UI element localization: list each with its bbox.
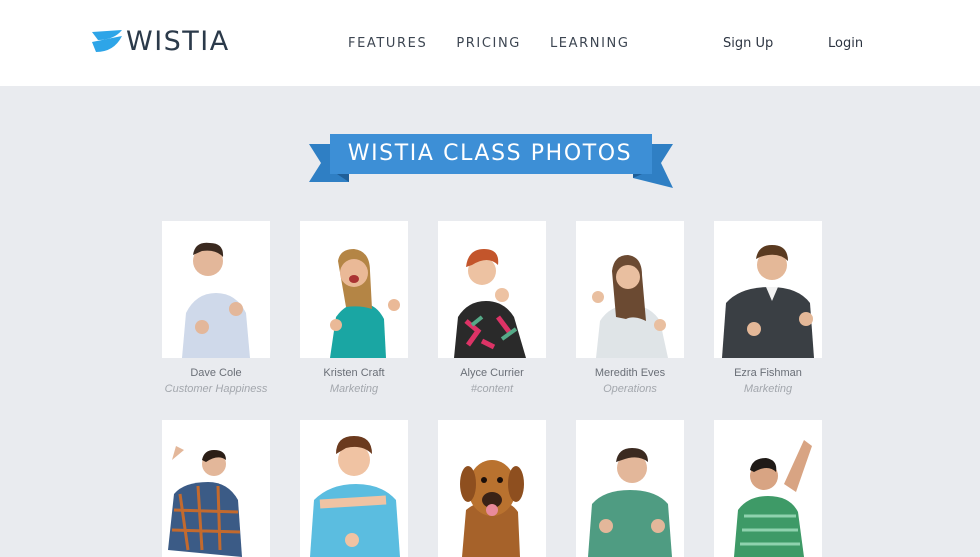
photo-card-row2-5[interactable] — [714, 420, 822, 557]
person-photo — [722, 245, 814, 358]
photo-card-meredith-eves[interactable] — [576, 221, 684, 358]
nav-features[interactable]: FEATURES — [348, 36, 427, 51]
person-role-alyce-currier: #content — [470, 383, 514, 395]
person-photo — [182, 242, 250, 358]
photo-card-row2-4[interactable] — [576, 420, 684, 557]
person-name-dave-cole: Dave Cole — [190, 367, 242, 379]
person-photo — [454, 249, 526, 358]
photo-card-dave-cole[interactable] — [162, 221, 270, 358]
wistia-logo-icon — [92, 30, 122, 52]
person-role-ezra-fishman: Marketing — [743, 383, 793, 395]
person-role-dave-cole: Customer Happiness — [164, 383, 268, 395]
person-role-kristen-craft: Marketing — [329, 383, 379, 395]
photo-card-ezra-fishman[interactable] — [714, 221, 822, 358]
person-photo — [734, 440, 812, 557]
wistia-logo[interactable]: WISTIA — [92, 28, 230, 56]
person-name-kristen-craft: Kristen Craft — [323, 367, 385, 379]
main-nav: FEATURES PRICING LEARNING — [348, 36, 659, 51]
photo-card-row2-2[interactable] — [300, 420, 408, 557]
person-photo — [592, 255, 668, 358]
signup-link[interactable]: Sign Up — [723, 36, 773, 51]
person-name-meredith-eves: Meredith Eves — [594, 367, 666, 379]
brand-name: WISTIA — [126, 26, 230, 57]
photo-card-alyce-currier[interactable] — [438, 221, 546, 358]
person-photo — [310, 436, 400, 557]
dog-photo — [460, 460, 524, 557]
login-link[interactable]: Login — [828, 36, 863, 51]
nav-learning[interactable]: LEARNING — [550, 36, 630, 51]
photo-card-kristen-craft[interactable] — [300, 221, 408, 358]
nav-pricing[interactable]: PRICING — [456, 36, 521, 51]
person-photo — [588, 448, 672, 557]
person-name-alyce-currier: Alyce Currier — [460, 367, 524, 379]
photo-card-row2-3[interactable] — [438, 420, 546, 557]
person-photo — [168, 446, 242, 557]
photo-card-row2-1[interactable] — [162, 420, 270, 557]
person-photo — [330, 249, 400, 358]
top-navigation-bar: WISTIA FEATURES PRICING LEARNING Sign Up… — [0, 0, 980, 86]
person-name-ezra-fishman: Ezra Fishman — [734, 367, 802, 379]
person-role-meredith-eves: Operations — [603, 383, 657, 395]
page-title: WISTIA CLASS PHOTOS — [347, 141, 633, 166]
